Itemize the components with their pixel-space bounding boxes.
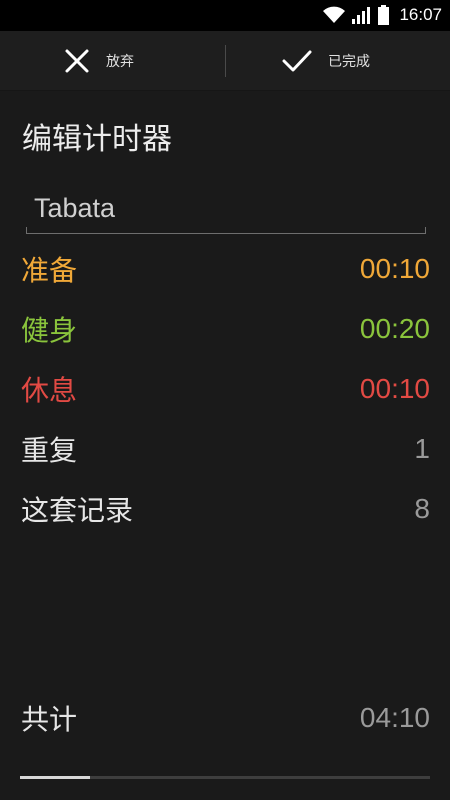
done-button[interactable]: 已完成 — [282, 31, 370, 91]
progress-fill — [20, 776, 90, 779]
timer-name-input[interactable] — [26, 186, 426, 230]
setting-label-prepare: 准备 — [21, 254, 78, 287]
setting-label-rest: 休息 — [21, 374, 78, 407]
setting-value-sets: 8 — [414, 493, 430, 524]
timer-name-field[interactable] — [26, 186, 426, 234]
setting-row-work[interactable]: 健身 00:20 — [0, 299, 450, 359]
setting-label-repeat: 重复 — [21, 434, 78, 467]
signal-icon — [352, 7, 371, 24]
setting-label-sets: 这套记录 — [21, 494, 134, 527]
total-value: 04:10 — [359, 702, 430, 733]
status-bar: 16:07 — [0, 0, 450, 31]
setting-value-rest: 00:10 — [359, 373, 430, 404]
page-title: 编辑计时器 — [22, 122, 172, 157]
battery-icon — [378, 5, 390, 25]
setting-row-sets[interactable]: 这套记录 8 — [0, 479, 450, 539]
wifi-icon — [323, 6, 346, 23]
total-row: 共计 04:10 — [0, 688, 450, 748]
setting-label-work: 健身 — [21, 314, 78, 347]
setting-row-rest[interactable]: 休息 00:10 — [0, 359, 450, 419]
input-corner-right — [425, 227, 426, 233]
progress-bar — [20, 776, 430, 779]
setting-row-prepare[interactable]: 准备 00:10 — [0, 239, 450, 299]
setting-value-prepare: 00:10 — [359, 253, 430, 284]
setting-value-repeat: 1 — [414, 433, 430, 464]
done-label: 已完成 — [328, 54, 370, 70]
status-time: 16:07 — [399, 5, 442, 24]
action-divider — [225, 45, 226, 77]
discard-button[interactable]: 放弃 — [64, 31, 134, 91]
action-bar: 放弃 已完成 — [0, 31, 450, 91]
input-corner-left — [26, 227, 27, 233]
setting-value-work: 00:20 — [359, 313, 430, 344]
close-icon — [65, 49, 89, 73]
setting-row-repeat[interactable]: 重复 1 — [0, 419, 450, 479]
check-icon — [282, 50, 312, 72]
total-label: 共计 — [21, 703, 78, 736]
status-icons: 16:07 — [322, 4, 442, 26]
discard-label: 放弃 — [106, 54, 134, 70]
